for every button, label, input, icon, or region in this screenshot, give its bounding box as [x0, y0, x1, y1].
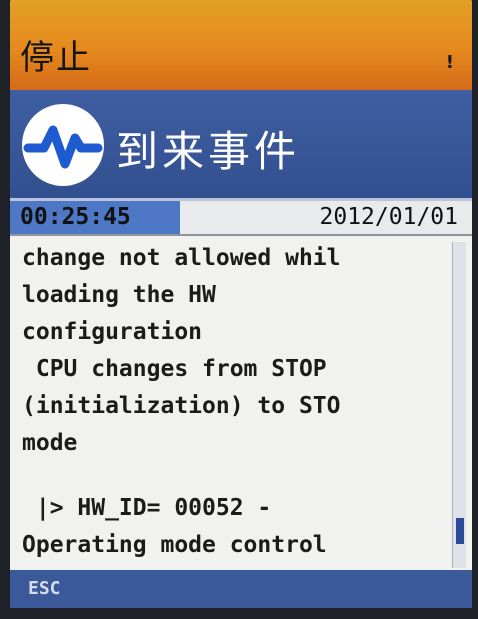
page-title: 到来事件: [116, 127, 301, 176]
event-message-text: change not allowed whil loading the HW c…: [22, 240, 440, 564]
esc-button[interactable]: ESC: [28, 578, 61, 599]
message-line: CPU changes from STOP: [22, 356, 327, 382]
message-line: loading the HW: [22, 282, 216, 308]
message-line: change not allowed whil: [22, 245, 341, 271]
event-time: 00:25:45: [20, 204, 131, 230]
title-bar: 到来事件: [10, 90, 472, 198]
message-detail-line: Operating mode control: [22, 532, 327, 558]
message-line: configuration: [22, 319, 203, 345]
status-bar: 停止 !: [10, 0, 472, 90]
hmi-screen: 停止 ! 到来事件 00:25:45 2012/01/01 change not…: [10, 0, 472, 608]
hmi-device: 停止 ! 到来事件 00:25:45 2012/01/01 change not…: [0, 0, 478, 619]
message-detail-line: |> HW_ID= 00052 -: [22, 495, 272, 521]
scrollbar-thumb[interactable]: [456, 518, 464, 544]
message-scrollbar[interactable]: [452, 242, 466, 568]
event-message-area[interactable]: change not allowed whil loading the HW c…: [10, 234, 472, 570]
message-line: (initialization) to STO: [22, 393, 341, 419]
message-line: mode: [22, 430, 78, 456]
operating-mode-label: 停止: [20, 38, 92, 78]
alert-icon[interactable]: !: [446, 52, 454, 73]
softkey-bar: ESC: [10, 570, 472, 608]
event-info-bar: 00:25:45 2012/01/01: [10, 198, 472, 234]
event-date: 2012/01/01: [319, 204, 458, 230]
pulse-wave-icon: [22, 104, 104, 186]
